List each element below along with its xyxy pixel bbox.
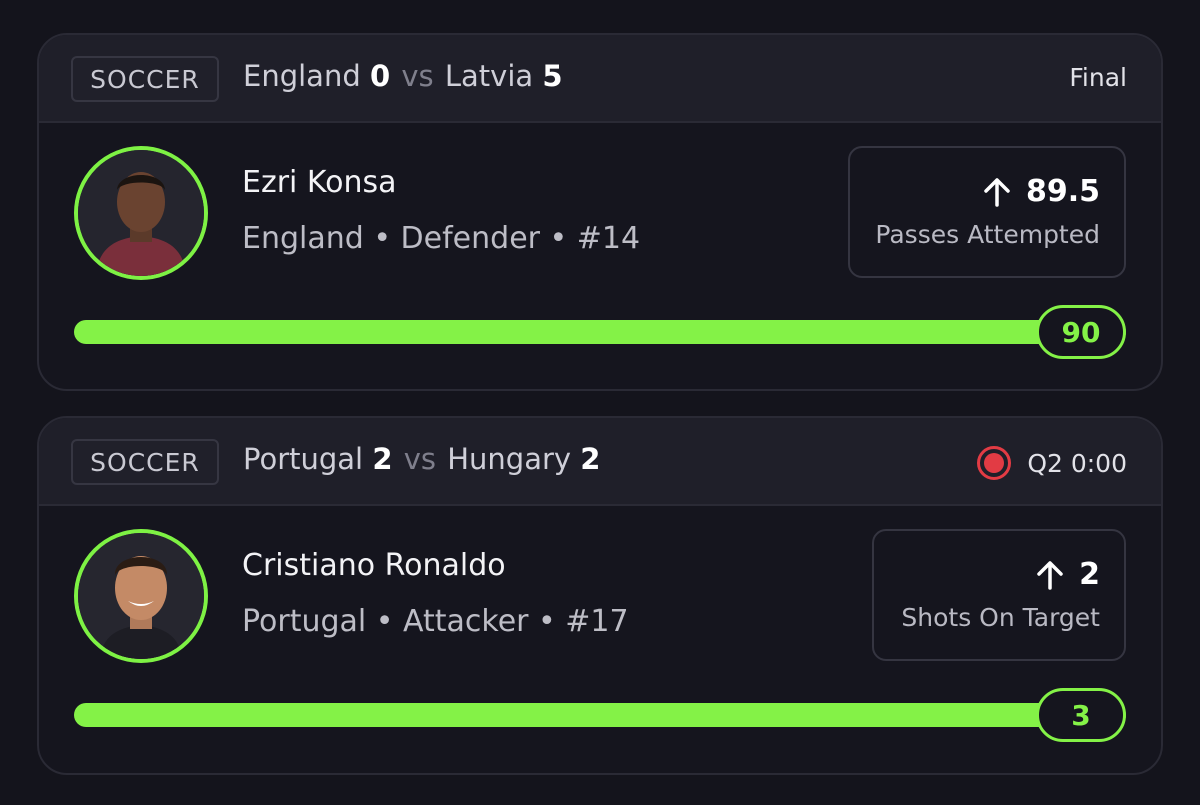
away-team: Hungary	[447, 442, 572, 476]
progress-value-badge: 3	[1036, 688, 1126, 742]
progress-fill	[74, 320, 1126, 344]
live-indicator-icon	[977, 446, 1012, 480]
home-team: Portugal	[243, 442, 364, 476]
pick-card[interactable]: SOCCER England 0 vs Latvia 5 Final Ezri …	[37, 33, 1163, 391]
up-arrow-icon	[984, 177, 1010, 207]
away-score: 5	[542, 59, 563, 93]
up-arrow-icon	[1037, 560, 1063, 590]
player-avatar[interactable]	[74, 529, 208, 663]
home-score: 0	[369, 59, 391, 93]
stat-label: Shots On Target	[901, 603, 1100, 632]
progress-value-badge: 90	[1036, 305, 1126, 359]
card-header: SOCCER Portugal 2 vs Hungary 2 Q2 0:00	[39, 418, 1161, 506]
stat-projection-box[interactable]: 2 Shots On Target	[872, 529, 1126, 661]
player-meta: England • Defender • #14	[242, 221, 641, 256]
progress-bar: 3	[74, 688, 1126, 742]
home-score: 2	[372, 442, 393, 476]
sport-badge: SOCCER	[71, 56, 219, 102]
card-header: SOCCER England 0 vs Latvia 5 Final	[39, 35, 1161, 123]
player-name: Cristiano Ronaldo	[242, 548, 506, 583]
away-score: 2	[580, 442, 601, 476]
player-meta: Portugal • Attacker • #17	[242, 604, 629, 639]
player-avatar[interactable]	[74, 146, 208, 280]
stat-label: Passes Attempted	[875, 220, 1100, 249]
home-team: England	[243, 59, 361, 93]
stat-projection-box[interactable]: 89.5 Passes Attempted	[848, 146, 1126, 278]
player-name: Ezri Konsa	[242, 165, 397, 200]
matchup: England 0 vs Latvia 5	[243, 59, 563, 93]
pick-card[interactable]: SOCCER Portugal 2 vs Hungary 2 Q2 0:00 C…	[37, 416, 1163, 775]
matchup: Portugal 2 vs Hungary 2	[243, 442, 600, 476]
sport-badge: SOCCER	[71, 439, 219, 485]
progress-bar: 90	[74, 305, 1126, 359]
vs-label: vs	[403, 442, 437, 476]
away-team: Latvia	[444, 59, 534, 93]
vs-label: vs	[401, 59, 434, 93]
progress-fill	[74, 703, 1126, 727]
stat-value: 89.5	[982, 174, 1100, 209]
player-photo-icon	[78, 150, 204, 276]
player-photo-icon	[78, 533, 204, 659]
game-status: Q2 0:00	[977, 446, 1127, 480]
stat-value: 2	[1035, 557, 1100, 592]
game-status: Final	[1069, 63, 1127, 92]
stat-line: 2	[1079, 557, 1100, 592]
stat-line: 89.5	[1025, 174, 1100, 209]
game-status-text: Final	[1069, 63, 1127, 92]
game-status-text: Q2 0:00	[1027, 448, 1127, 478]
